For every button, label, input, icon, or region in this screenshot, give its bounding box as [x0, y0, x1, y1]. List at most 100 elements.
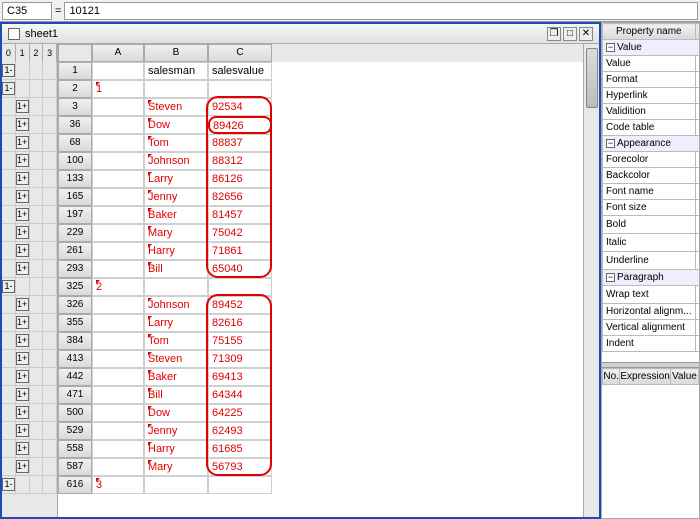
formula-input[interactable]: 10121 — [64, 2, 698, 20]
cell[interactable] — [92, 62, 144, 80]
cell[interactable]: 88837 — [208, 134, 272, 152]
row-header[interactable]: 325 — [58, 278, 92, 296]
cell[interactable] — [208, 80, 272, 98]
outline-expand-button[interactable]: 1+ — [16, 334, 29, 347]
row-header[interactable]: 384 — [58, 332, 92, 350]
cell[interactable]: 86126 — [208, 170, 272, 188]
outline-collapse-button[interactable]: 1- — [2, 280, 15, 293]
outline-collapse-button[interactable]: 1- — [2, 478, 15, 491]
cell[interactable] — [92, 440, 144, 458]
outline-expand-button[interactable]: 1+ — [16, 154, 29, 167]
property-row[interactable]: Backcolor — [603, 168, 700, 184]
cell[interactable]: Tom — [144, 332, 208, 350]
cell[interactable]: 3 — [92, 476, 144, 494]
select-all-corner[interactable] — [58, 44, 92, 62]
cell[interactable] — [92, 350, 144, 368]
row-header[interactable]: 293 — [58, 260, 92, 278]
cell[interactable]: Jenny — [144, 422, 208, 440]
outline-level-2[interactable]: 2 — [30, 44, 44, 62]
props-col-name[interactable]: Property name — [603, 24, 696, 40]
cell[interactable] — [92, 368, 144, 386]
cell-reference-box[interactable]: C35 — [2, 2, 52, 20]
cell[interactable] — [92, 170, 144, 188]
outline-expand-button[interactable]: 1+ — [16, 118, 29, 131]
cell[interactable] — [144, 80, 208, 98]
row-header[interactable]: 442 — [58, 368, 92, 386]
window-maximize-button[interactable]: □ — [563, 27, 577, 41]
row-header[interactable]: 133 — [58, 170, 92, 188]
outline-expand-button[interactable]: 1+ — [16, 370, 29, 383]
row-header[interactable]: 413 — [58, 350, 92, 368]
cell[interactable] — [92, 386, 144, 404]
cell[interactable]: Mary — [144, 458, 208, 476]
property-row[interactable]: Vertical alignmentCenter — [603, 320, 700, 336]
cell[interactable]: 89426 — [208, 116, 272, 134]
cell[interactable]: 1 — [92, 80, 144, 98]
expr-col-value[interactable]: Value — [670, 369, 698, 385]
cell[interactable]: Bill — [144, 386, 208, 404]
cell[interactable] — [208, 278, 272, 296]
cell[interactable] — [92, 422, 144, 440]
cell[interactable]: 92534 — [208, 98, 272, 116]
row-header[interactable]: 197 — [58, 206, 92, 224]
property-row[interactable]: Horizontal alignm...Left — [603, 304, 700, 320]
tree-collapse-icon[interactable]: − — [606, 139, 615, 148]
outline-top-button[interactable]: 1- — [2, 64, 15, 77]
cell[interactable]: Jenny — [144, 188, 208, 206]
cell[interactable]: 75042 — [208, 224, 272, 242]
outline-expand-button[interactable]: 1+ — [16, 190, 29, 203]
outline-level-0[interactable]: 0 — [2, 44, 16, 62]
outline-expand-button[interactable]: 1+ — [16, 100, 29, 113]
cell[interactable] — [92, 332, 144, 350]
cell[interactable]: 61685 — [208, 440, 272, 458]
property-row[interactable]: Code table — [603, 120, 700, 136]
row-header[interactable]: 500 — [58, 404, 92, 422]
row-header[interactable]: 616 — [58, 476, 92, 494]
cell[interactable]: Tom — [144, 134, 208, 152]
cell[interactable]: Mary — [144, 224, 208, 242]
cell[interactable] — [92, 116, 144, 134]
row-header[interactable]: 165 — [58, 188, 92, 206]
outline-expand-button[interactable]: 1+ — [16, 352, 29, 365]
cell[interactable] — [208, 476, 272, 494]
cell[interactable]: Baker — [144, 368, 208, 386]
tree-collapse-icon[interactable]: − — [606, 273, 615, 282]
cell[interactable]: 64344 — [208, 386, 272, 404]
cell[interactable] — [92, 152, 144, 170]
row-header[interactable]: 100 — [58, 152, 92, 170]
cell[interactable] — [92, 458, 144, 476]
column-header-c[interactable]: C — [208, 44, 272, 62]
cell[interactable]: 82656 — [208, 188, 272, 206]
cell[interactable]: 64225 — [208, 404, 272, 422]
property-row[interactable]: Italic — [603, 234, 700, 252]
outline-expand-button[interactable]: 1+ — [16, 298, 29, 311]
property-row[interactable]: −Paragraph — [603, 270, 700, 286]
row-header[interactable]: 68 — [58, 134, 92, 152]
property-row[interactable]: Font size12 — [603, 200, 700, 216]
outline-expand-button[interactable]: 1+ — [16, 172, 29, 185]
cell[interactable]: 82616 — [208, 314, 272, 332]
property-row[interactable]: Value65040(C36).su — [603, 56, 700, 72]
cell[interactable] — [92, 260, 144, 278]
outline-expand-button[interactable]: 1+ — [16, 316, 29, 329]
cell[interactable]: Harry — [144, 242, 208, 260]
spreadsheet-grid[interactable]: A B C 1salesmansalesvalue213Steven925343… — [58, 44, 583, 517]
outline-expand-button[interactable]: 1+ — [16, 244, 29, 257]
outline-level-1[interactable]: 1 — [16, 44, 30, 62]
cell[interactable]: 81457 — [208, 206, 272, 224]
cell[interactable]: Johnson — [144, 152, 208, 170]
cell[interactable]: Larry — [144, 314, 208, 332]
props-col-value[interactable]: Value — [695, 24, 699, 40]
cell[interactable] — [92, 314, 144, 332]
vertical-scrollbar[interactable] — [583, 44, 599, 517]
tree-collapse-icon[interactable]: − — [606, 43, 615, 52]
window-restore-button[interactable]: ❐ — [547, 27, 561, 41]
cell[interactable]: salesvalue — [208, 62, 272, 80]
property-row[interactable]: Forecolor — [603, 152, 700, 168]
outline-collapse-button[interactable]: 1- — [2, 82, 15, 95]
cell[interactable]: Bill — [144, 260, 208, 278]
outline-expand-button[interactable]: 1+ — [16, 388, 29, 401]
cell[interactable] — [92, 224, 144, 242]
property-row[interactable]: Validition — [603, 104, 700, 120]
cell[interactable]: 69413 — [208, 368, 272, 386]
